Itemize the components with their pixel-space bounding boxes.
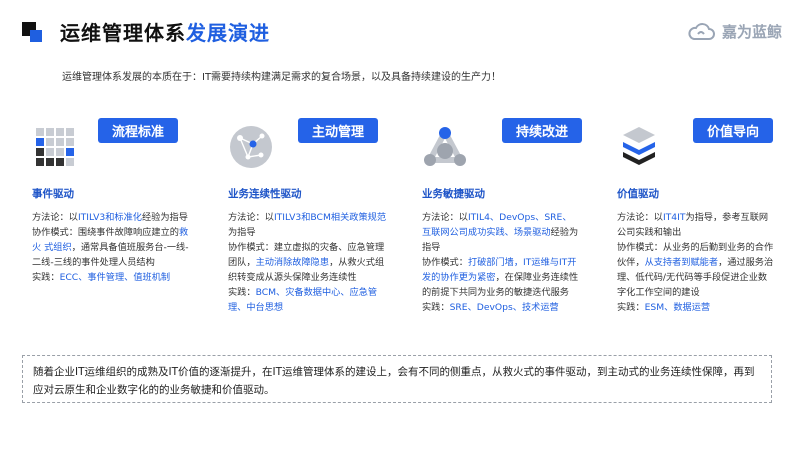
stage-heading: 事件驱动 [32,188,74,200]
summary-box: 随着企业IT运维组织的成熟及IT价值的逐渐提升，在IT运维管理体系的建设上，会有… [22,355,772,403]
stage-description: 方法论：以ITILV3和标准化经验为指导 协作模式：围绕事件故障响应建立的救火 … [32,210,190,285]
collab-highlight: 主动消除故障隐患 [255,257,330,268]
methodology-tail: 经验为指导 [141,212,188,223]
title-black: 运维管理体系 [60,21,186,45]
collab-highlight: 从支持者到赋能者 [644,257,719,268]
page-title: 运维管理体系发展演进 [60,17,270,46]
methodology-tail: 为指导 [228,227,256,238]
grid-blocks-icon [32,124,82,174]
methodology-label: 方法论：以 [228,212,274,223]
methodology-label: 方法论：以 [422,212,468,223]
practice-label: 实践： [422,302,450,313]
stage-heading: 价值驱动 [617,188,659,200]
practice-label: 实践： [228,287,256,298]
practice-highlight: ESM、数据运营 [644,302,711,313]
collaboration-triangle-icon [422,124,472,174]
badge-value-oriented: 价值导向 [693,118,774,143]
practice-label: 实践： [617,302,645,313]
subtitle: 运维管理体系发展的本质在于：IT需要持续构建满足需求的复合场景，以及具备持续建设… [62,72,502,83]
stage-description: 方法论：以IT4IT为指导，参考互联网公司实践和输出 协作模式：从业务的后勤到业… [617,210,775,315]
stage-description: 方法论：以ITIL4、DevOps、SRE、互联网公司成功实践、场景驱动经验为指… [422,210,580,315]
title-highlight: 发展演进 [186,21,270,45]
network-globe-icon [228,124,278,174]
methodology-label: 方法论：以 [617,212,663,223]
methodology-highlight: ITILV3和标准化 [77,212,142,223]
stage-heading: 业务敏捷驱动 [422,188,485,200]
brand-name: 嘉为蓝鲸 [721,23,782,41]
collab-text: 协作模式：围绕事件故障响应建立的 [32,227,179,238]
methodology-highlight: IT4IT [662,212,686,223]
stage-description: 方法论：以ITILV3和BCM相关政策规范为指导 协作模式：建立虚拟的灾备、应急… [228,210,386,315]
title-logo-mark [22,22,42,42]
badge-continuous-improvement: 持续改进 [502,118,583,143]
badge-active-management: 主动管理 [298,118,379,143]
methodology-label: 方法论：以 [32,212,78,223]
methodology-highlight: ITILV3和BCM相关政策规范 [273,212,387,223]
stage-heading: 业务连续性驱动 [228,188,302,200]
cloud-logo-icon [688,22,715,40]
collab-text: 协作模式： [422,257,468,268]
badge-process-standard: 流程标准 [98,118,179,143]
stacked-layers-icon [617,124,667,174]
practice-highlight: SRE、DevOps、技术运营 [449,302,559,313]
practice-label: 实践： [32,272,60,283]
brand-logo: 嘉为蓝鲸 [686,21,782,42]
practice-highlight: ECC、事件管理、值班机制 [59,272,171,283]
